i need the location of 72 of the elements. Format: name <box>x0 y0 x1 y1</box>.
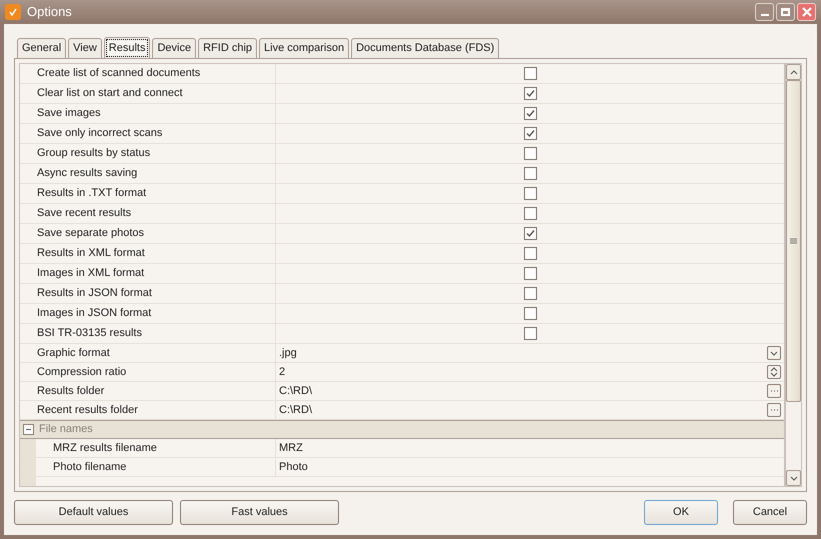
property-label: Save images <box>20 104 276 123</box>
scroll-down-button[interactable] <box>786 470 801 486</box>
action-button[interactable]: Default values <box>14 500 173 525</box>
property-label: Photo filename <box>36 458 276 476</box>
minus-icon <box>25 426 32 433</box>
property-label: BSI TR-03135 results <box>20 324 276 343</box>
property-value[interactable]: .jpg <box>279 344 767 362</box>
chevron-down-icon <box>790 476 798 480</box>
minimize-button[interactable] <box>755 3 774 21</box>
tab[interactable]: Documents Database (FDS) <box>351 38 500 58</box>
checkbox[interactable] <box>524 87 536 100</box>
checkbox[interactable] <box>524 327 536 340</box>
tab[interactable]: Results <box>104 37 150 59</box>
close-icon <box>802 7 812 17</box>
tab[interactable]: Live comparison <box>259 38 350 58</box>
tab[interactable]: General <box>17 38 66 58</box>
property-value[interactable]: C:\RD\ <box>279 402 767 418</box>
checkbox[interactable] <box>524 67 536 80</box>
property-value[interactable]: C:\RD\ <box>279 382 767 400</box>
spin-button[interactable] <box>767 365 781 379</box>
tab[interactable]: Device <box>152 38 196 58</box>
checkbox[interactable] <box>524 267 536 280</box>
property-label: Results folder <box>20 382 276 400</box>
property-value[interactable]: 2 <box>279 364 767 380</box>
property-label: Results in .TXT format <box>20 184 276 203</box>
property-label: Create list of scanned documents <box>20 64 276 83</box>
property-label: Save separate photos <box>20 224 276 243</box>
checkbox[interactable] <box>524 167 536 180</box>
property-value[interactable]: Photo <box>279 458 781 476</box>
property-label: Graphic format <box>20 344 276 362</box>
property-label: Results in JSON format <box>20 284 276 303</box>
maximize-button[interactable] <box>776 3 795 21</box>
scrollbar[interactable] <box>785 63 802 487</box>
property-label: Images in XML format <box>20 264 276 283</box>
chevron-down-icon <box>770 350 778 356</box>
browse-button[interactable] <box>767 403 781 417</box>
cancel-button[interactable]: Cancel <box>733 500 807 525</box>
up-down-icon <box>770 367 778 377</box>
property-label: Compression ratio <box>20 363 276 381</box>
checkbox[interactable] <box>524 187 536 200</box>
app-icon <box>5 4 21 20</box>
scroll-thumb[interactable] <box>786 80 801 402</box>
checkbox[interactable] <box>524 107 536 120</box>
property-label: Images in JSON format <box>20 304 276 323</box>
group-label: File names <box>39 422 93 438</box>
dropdown-button[interactable] <box>767 346 781 360</box>
chevron-up-icon <box>790 70 798 74</box>
property-label: MRZ results filename <box>36 439 276 457</box>
browse-button[interactable] <box>767 384 781 398</box>
property-label: Clear list on start and connect <box>20 84 276 103</box>
window-title: Options <box>27 3 73 22</box>
property-label: Save only incorrect scans <box>20 124 276 143</box>
checkbox[interactable] <box>524 227 536 240</box>
tab[interactable]: RFID chip <box>198 38 258 58</box>
property-label: Group results by status <box>20 144 276 163</box>
checkbox[interactable] <box>524 307 536 320</box>
tab[interactable]: View <box>68 38 102 58</box>
action-button[interactable]: Fast values <box>180 500 339 525</box>
property-label: Async results saving <box>20 164 276 183</box>
ok-button[interactable]: OK <box>644 500 718 525</box>
checkbox[interactable] <box>524 147 536 160</box>
property-label: Recent results folder <box>20 401 276 419</box>
checkbox[interactable] <box>524 287 536 300</box>
property-label: Results in XML format <box>20 244 276 263</box>
checkbox[interactable] <box>524 207 536 220</box>
scroll-up-button[interactable] <box>786 64 801 80</box>
property-value[interactable]: MRZ <box>279 440 781 456</box>
checkbox[interactable] <box>524 247 536 260</box>
close-button[interactable] <box>797 3 816 21</box>
checkbox[interactable] <box>524 127 536 140</box>
property-label: Save recent results <box>20 204 276 223</box>
collapse-toggle[interactable] <box>23 424 34 435</box>
